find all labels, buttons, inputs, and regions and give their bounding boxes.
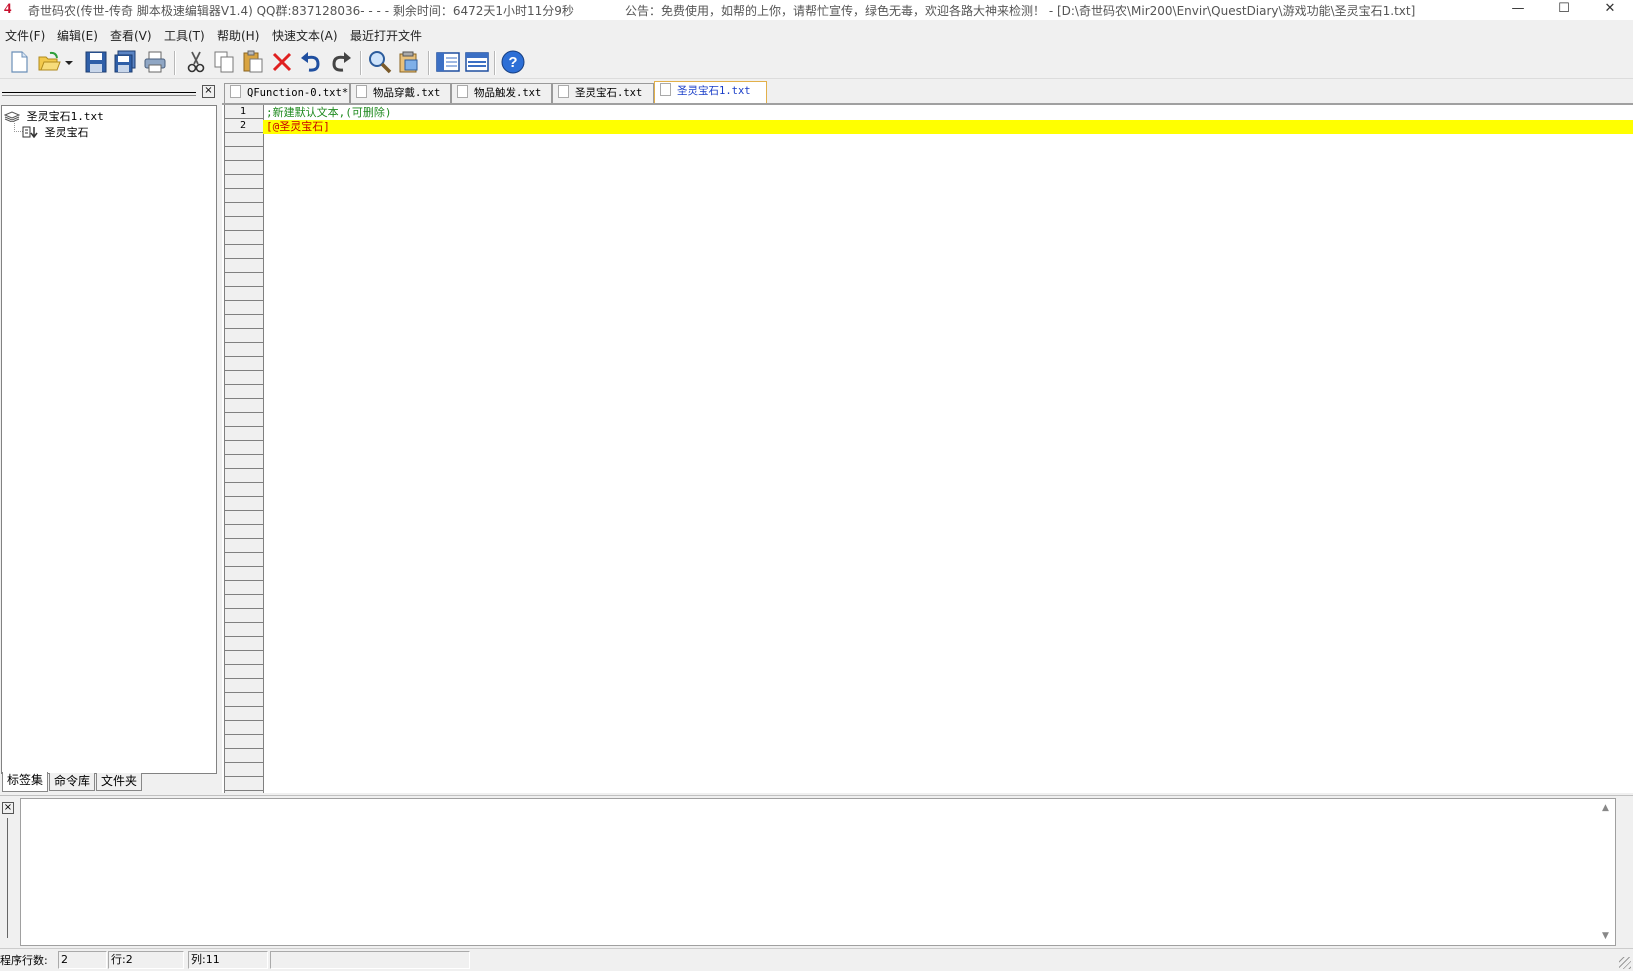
toolbar-separator: [174, 51, 176, 75]
editor-tabs: QFunction-0.txt* 物品穿戴.txt 物品触发.txt 圣灵宝石.…: [222, 81, 1633, 104]
undo-icon[interactable]: [298, 49, 324, 75]
chevron-down-icon[interactable]: [62, 49, 76, 75]
tree-root-label: 圣灵宝石1.txt: [26, 110, 104, 123]
cursor-col: 列:11: [188, 951, 268, 969]
output-scrollbar[interactable]: ▲ ▼: [1599, 799, 1615, 945]
redo-icon[interactable]: [328, 49, 354, 75]
tab-holy-gem[interactable]: 圣灵宝石.txt: [552, 83, 654, 103]
menu-bar: 文件(F) 编辑(E) 查看(V) 工具(T) 帮助(H) 快速文本(A) 最近…: [0, 24, 1633, 44]
tab-label: QFunction-0.txt*: [247, 87, 349, 99]
close-button[interactable]: ✕: [1587, 0, 1633, 20]
tab-item-wear[interactable]: 物品穿戴.txt: [350, 83, 451, 103]
menu-edit[interactable]: 编辑(E): [57, 27, 98, 44]
tab-item-trigger[interactable]: 物品触发.txt: [451, 83, 552, 103]
tab-label: 圣灵宝石.txt: [575, 87, 643, 99]
header-grip: [2, 95, 196, 96]
replace-icon[interactable]: [396, 49, 422, 75]
header-grip: [2, 92, 196, 93]
document-icon: [356, 85, 367, 98]
help-icon[interactable]: ?: [500, 49, 526, 75]
label-jump-icon: [22, 126, 38, 139]
program-lines-value: 2: [58, 951, 107, 969]
left-panel-header: ×: [0, 81, 218, 101]
save-icon[interactable]: [83, 49, 109, 75]
scroll-up-icon[interactable]: ▲: [1602, 803, 1609, 813]
menu-quick-text[interactable]: 快速文本(A): [272, 27, 338, 44]
tab-label: 物品触发.txt: [474, 87, 542, 99]
cut-icon[interactable]: [183, 49, 209, 75]
copy-icon[interactable]: [211, 49, 237, 75]
window-title: 奇世码农(传世-传奇 脚本极速编辑器V1.4) QQ群:837128036- -…: [28, 4, 574, 18]
status-bar: 程序行数: 2 行:2 列:11: [0, 948, 1633, 971]
paste-icon[interactable]: [240, 49, 266, 75]
line-number: 2: [239, 120, 247, 131]
output-panel: × ▲ ▼: [0, 795, 1633, 947]
output-text-area[interactable]: ▲ ▼: [20, 798, 1616, 946]
app-icon: 4: [4, 1, 12, 17]
menu-file[interactable]: 文件(F): [5, 27, 45, 44]
open-folder-icon[interactable]: [36, 49, 62, 75]
code-line-current[interactable]: [@圣灵宝石]: [263, 120, 1633, 134]
menu-recent-files[interactable]: 最近打开文件: [350, 27, 422, 44]
toolbar-separator: [428, 51, 430, 75]
new-file-icon[interactable]: [6, 49, 32, 75]
toolbar: ?: [0, 46, 1633, 79]
output-close-icon[interactable]: ×: [2, 802, 14, 814]
print-icon[interactable]: [142, 49, 168, 75]
panel-layout-icon[interactable]: [435, 49, 461, 75]
code-line-comment[interactable]: ;新建默认文本,(可删除): [266, 106, 392, 120]
document-icon: [230, 85, 241, 98]
toolbar-separator: [494, 51, 496, 75]
menu-help[interactable]: 帮助(H): [217, 27, 259, 44]
document-icon: [558, 85, 569, 98]
document-icon: [457, 85, 468, 98]
line-number: 1: [239, 106, 247, 117]
code-editor[interactable]: 1 2 ;新建默认文本,(可删除) [@圣灵宝石]: [222, 103, 1633, 793]
resize-grip[interactable]: [1619, 957, 1631, 969]
output-grip: [7, 818, 8, 938]
tab-label: 圣灵宝石1.txt: [677, 85, 751, 97]
tab-qfunction[interactable]: QFunction-0.txt*: [224, 83, 350, 103]
tab-label: 物品穿戴.txt: [373, 87, 441, 99]
tab-folder[interactable]: 文件夹: [96, 773, 143, 791]
save-all-icon[interactable]: [112, 49, 138, 75]
program-lines-label: 程序行数:: [0, 954, 48, 967]
search-icon[interactable]: [367, 49, 393, 75]
menu-view[interactable]: 查看(V): [110, 27, 152, 44]
svg-text:?: ?: [508, 54, 517, 71]
scroll-down-icon[interactable]: ▼: [1602, 931, 1609, 941]
tree-child-label: 圣灵宝石: [44, 126, 89, 139]
tab-holy-gem-1[interactable]: 圣灵宝石1.txt: [654, 81, 767, 104]
left-panel-close-icon[interactable]: ×: [202, 85, 215, 98]
minimize-button[interactable]: —: [1495, 0, 1541, 20]
toolbar-separator: [360, 51, 362, 75]
menu-tools[interactable]: 工具(T): [164, 27, 205, 44]
tab-command-library[interactable]: 命令库: [49, 773, 96, 791]
tab-tag-set[interactable]: 标签集: [2, 772, 49, 792]
delete-icon[interactable]: [269, 49, 295, 75]
status-message: [270, 951, 470, 969]
outline-tree[interactable]: 圣灵宝石1.txt 圣灵宝石: [1, 105, 217, 774]
line-number-gutter: [224, 105, 264, 793]
output-panel-icon[interactable]: [464, 49, 490, 75]
title-bar: 4 奇世码农(传世-传奇 脚本极速编辑器V1.4) QQ群:837128036-…: [0, 0, 1633, 20]
notice-text: 公告：免费使用，如帮的上你，请帮忙宣传，绿色无毒，欢迎各路大神来检测！ - [D…: [625, 4, 1416, 18]
cursor-row: 行:2: [108, 951, 184, 969]
maximize-button[interactable]: ☐: [1541, 0, 1587, 20]
left-panel: × 圣灵宝石1.txt 圣灵宝石 标签集 命令库 文件夹: [0, 81, 218, 793]
left-panel-tabs: 标签集 命令库 文件夹: [0, 772, 218, 793]
document-icon: [660, 83, 671, 96]
tree-child-item[interactable]: 圣灵宝石: [22, 124, 89, 140]
